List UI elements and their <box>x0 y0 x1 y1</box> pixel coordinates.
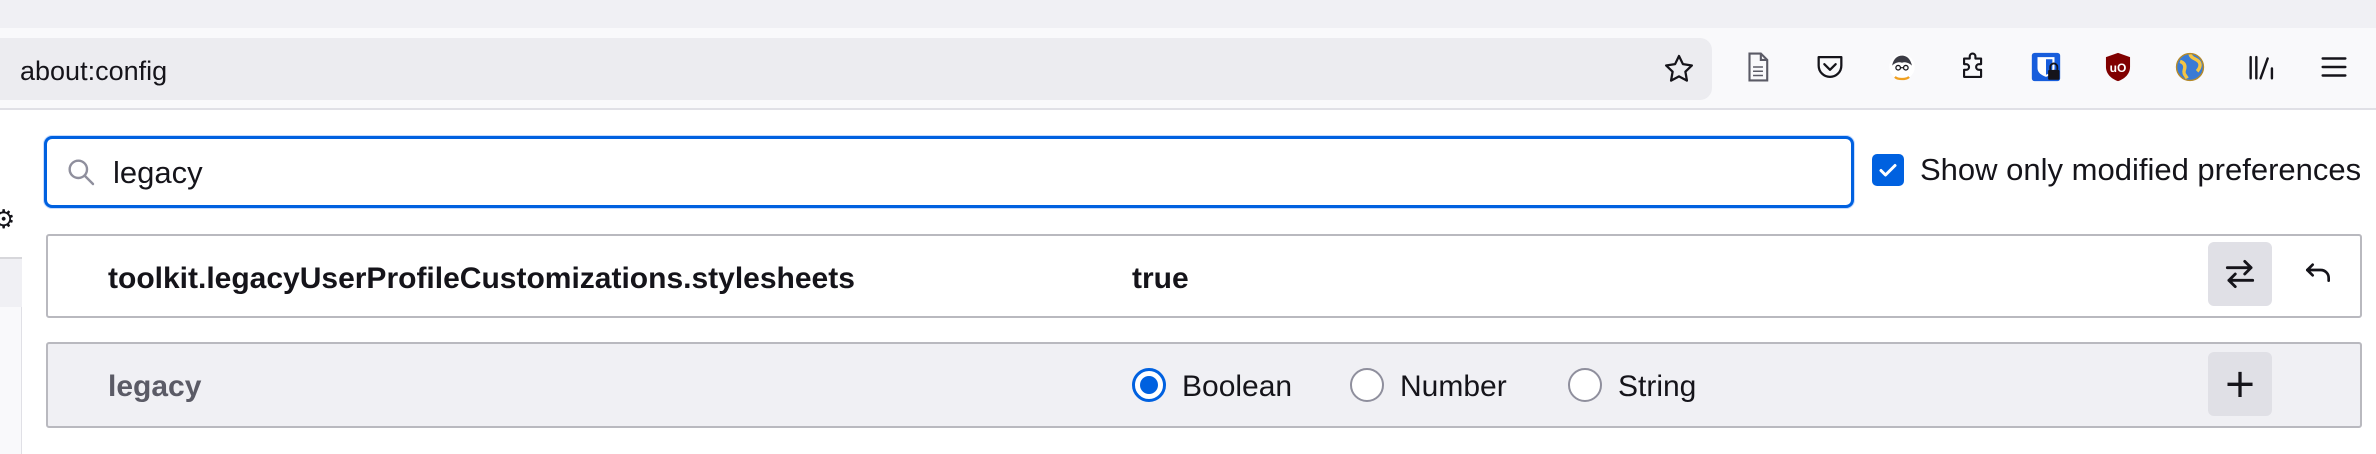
string-radio[interactable] <box>1568 368 1602 402</box>
number-radio-label[interactable]: Number <box>1400 370 1507 404</box>
boolean-radio-label[interactable]: Boolean <box>1182 370 1292 404</box>
number-radio[interactable] <box>1350 368 1384 402</box>
undo-icon <box>2306 263 2330 282</box>
about-config-page: ⚙ legacy Show only modified preferences … <box>0 110 2376 454</box>
new-preference-name: legacy <box>108 370 202 403</box>
search-value[interactable]: legacy <box>113 155 203 191</box>
toggle-button[interactable] <box>2208 242 2272 306</box>
bitwarden-icon[interactable] <box>2026 47 2066 87</box>
search-icon <box>68 159 95 186</box>
globe-extension-icon[interactable] <box>2170 47 2210 87</box>
reader-view-icon[interactable] <box>1738 47 1778 87</box>
ublock-badge: uO <box>2110 61 2127 75</box>
toggle-arrows-icon <box>2225 259 2255 289</box>
ublock-origin-icon[interactable]: uO <box>2098 47 2138 87</box>
navigation-toolbar: about:config uO <box>0 28 2376 110</box>
extensions-icon[interactable] <box>1954 47 1994 87</box>
sidebar-edge: ⚙ <box>0 110 22 454</box>
account-avatar-icon[interactable] <box>1882 47 1922 87</box>
checkmark-icon <box>1879 164 1897 177</box>
sidebar-edge-shade <box>0 259 22 307</box>
new-preference-row: legacy Boolean Number String + <box>46 342 2362 428</box>
pocket-icon[interactable] <box>1810 47 1850 87</box>
tab-strip <box>0 0 2376 28</box>
string-radio-label[interactable]: String <box>1618 370 1696 404</box>
bookmark-star-icon[interactable] <box>1662 52 1696 86</box>
boolean-radio[interactable] <box>1132 368 1166 402</box>
search-input[interactable]: legacy <box>44 136 1854 208</box>
preference-row[interactable]: toolkit.legacyUserProfileCustomizations.… <box>46 234 2362 318</box>
show-modified-label[interactable]: Show only modified preferences <box>1920 152 2361 188</box>
preference-name: toolkit.legacyUserProfileCustomizations.… <box>108 262 855 295</box>
divider <box>21 307 22 454</box>
show-modified-checkbox[interactable] <box>1872 154 1904 186</box>
preference-value[interactable]: true <box>1132 262 1189 296</box>
url-text[interactable]: about:config <box>20 56 167 87</box>
plus-icon: + <box>2223 361 2257 407</box>
gear-icon[interactable]: ⚙ <box>0 204 15 235</box>
url-bar[interactable]: about:config <box>0 38 1712 100</box>
menu-icon[interactable] <box>2314 47 2354 87</box>
add-button[interactable]: + <box>2208 352 2272 416</box>
library-icon[interactable] <box>2242 47 2282 87</box>
reset-button[interactable] <box>2286 242 2350 306</box>
sidebar-edge-panel <box>0 307 22 454</box>
